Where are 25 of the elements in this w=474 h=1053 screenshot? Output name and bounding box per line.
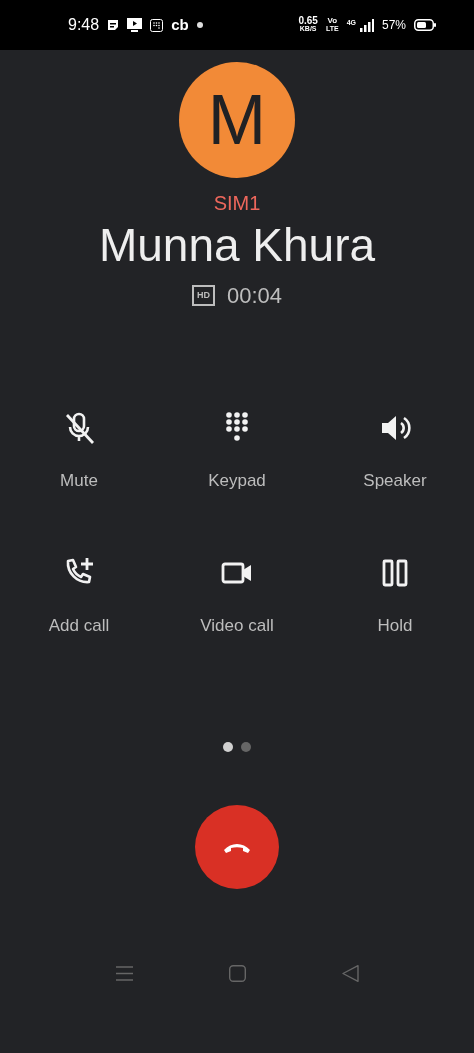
call-action-button[interactable]: Hold (316, 555, 474, 639)
call-action-button[interactable]: Mute (0, 409, 158, 494)
sim-label: SIM1 (213, 191, 261, 216)
call-action-button[interactable]: Video call (158, 555, 316, 639)
video-player-icon (127, 18, 143, 32)
call-timer: 00:04 (226, 281, 283, 310)
network-speed: 0.65 (298, 17, 318, 25)
message-icon (107, 19, 120, 31)
battery-icon (414, 19, 436, 31)
call-action-button[interactable]: Speaker (316, 409, 474, 494)
clock: 9:48 (68, 15, 100, 35)
app-logo: cb (171, 14, 189, 35)
volte-label: Vo (326, 17, 339, 25)
menu-icon[interactable] (115, 965, 133, 981)
caller-name: Munna Khura (98, 220, 376, 271)
battery-percent: 57% (381, 17, 406, 34)
signal-icon (359, 18, 374, 32)
home-icon[interactable] (228, 964, 246, 982)
notification-dot-icon (196, 22, 203, 28)
call-action-button[interactable]: Add call (0, 555, 158, 639)
hd-badge: HD (191, 284, 215, 306)
call-action-button[interactable]: Keypad (158, 409, 316, 494)
back-icon[interactable] (341, 964, 359, 982)
contact-avatar: M (179, 62, 295, 178)
calculator-icon (150, 18, 164, 32)
